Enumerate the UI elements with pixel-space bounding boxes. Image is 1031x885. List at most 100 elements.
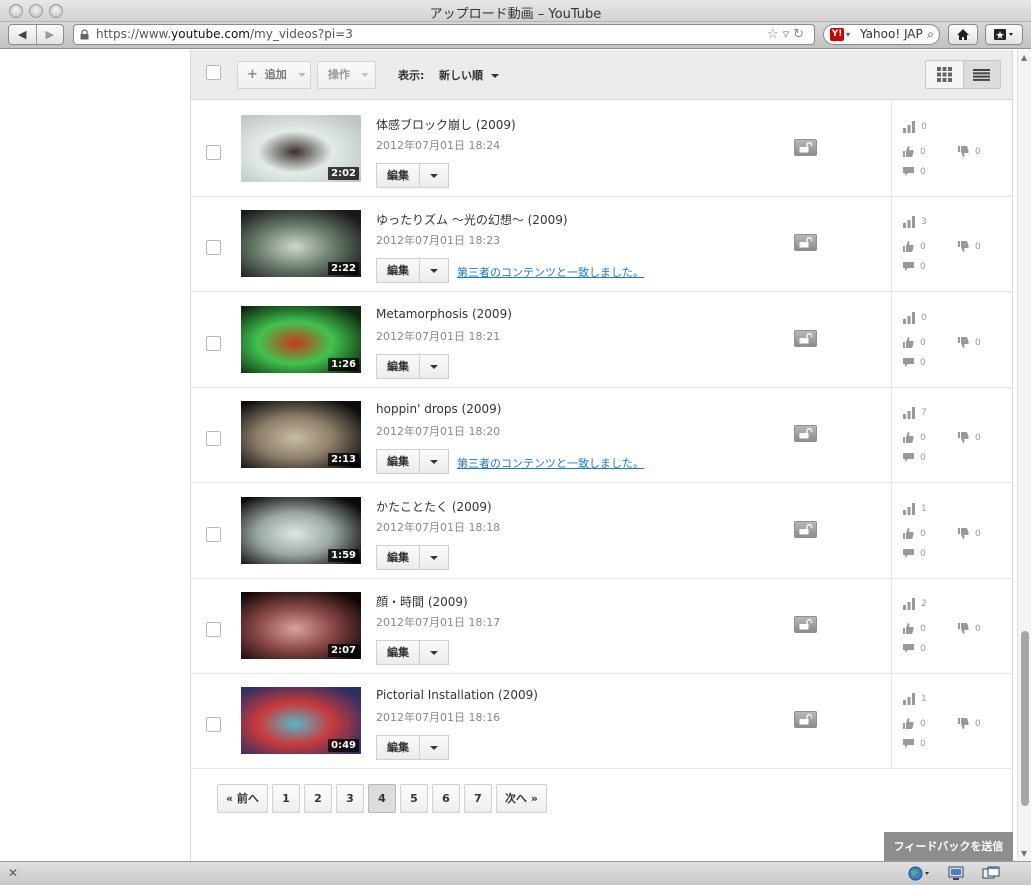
close-statusbar-icon[interactable]: ✕ [8, 866, 18, 880]
video-title[interactable]: hoppin' drops (2009) [376, 402, 501, 416]
video-row: 0:49 Pictorial Installation (2009) 2012年07… [191, 673, 1012, 769]
edit-button[interactable]: 編集 [376, 354, 420, 379]
select-all-checkbox[interactable] [206, 65, 221, 80]
edit-dropdown-button[interactable] [420, 258, 449, 283]
video-title[interactable]: かたことたく (2009) [376, 498, 492, 515]
dislike-count-value: 0 [975, 432, 981, 443]
edit-dropdown-button[interactable] [420, 545, 449, 570]
video-thumbnail[interactable]: 1:59 [241, 497, 361, 564]
send-feedback-button[interactable]: フィードバックを送信 [884, 832, 1013, 861]
privacy-status-button[interactable] [794, 616, 817, 633]
like-count-value: 0 [920, 146, 926, 157]
video-select-checkbox[interactable] [206, 336, 221, 351]
video-select-checkbox[interactable] [206, 145, 221, 160]
scroll-down-icon[interactable]: ▼ [1021, 849, 1027, 858]
monitor-icon[interactable] [948, 866, 964, 881]
video-thumbnail[interactable]: 2:02 [241, 115, 361, 182]
next-page-button[interactable]: 次へ » [495, 784, 547, 813]
page-7-button[interactable]: 7 [463, 784, 492, 813]
window-icon[interactable] [982, 866, 1000, 881]
video-thumbnail[interactable]: 2:22 [241, 210, 361, 277]
edit-dropdown-button[interactable] [420, 640, 449, 665]
back-button[interactable]: ◀ [9, 25, 37, 44]
privacy-status-button[interactable] [794, 711, 817, 728]
video-select-checkbox[interactable] [206, 717, 221, 732]
search-engine-dropdown-icon[interactable]: ▾ [846, 25, 850, 44]
video-row: 1:59 かたことたく (2009) 2012年07月01日 18:18 編集 1 0 0 0 [191, 483, 1012, 579]
edit-dropdown-button[interactable] [420, 735, 449, 760]
video-thumbnail[interactable]: 0:49 [241, 687, 361, 754]
page-6-button[interactable]: 6 [431, 784, 460, 813]
comment-count: 0 [903, 167, 926, 177]
actions-dropdown-icon [360, 73, 369, 77]
sort-dropdown[interactable]: 新しい順 [439, 67, 499, 83]
reload-icon[interactable]: ↻ [793, 27, 808, 42]
privacy-status-button[interactable] [794, 521, 817, 538]
edit-button[interactable]: 編集 [376, 735, 420, 760]
video-select-checkbox[interactable] [206, 622, 221, 637]
actions-button[interactable]: 操作 [317, 61, 376, 89]
unlocked-icon [799, 237, 813, 248]
content-match-link[interactable]: 第三者のコンテンツと一致しました。 [457, 264, 644, 280]
search-icon[interactable]: ⌕ [927, 25, 934, 44]
edit-dropdown-button[interactable] [420, 354, 449, 379]
video-row: 2:22 ゆったりズム 〜光の幻想〜 (2009) 2012年07月01日 18:2… [191, 196, 1012, 292]
yahoo-icon[interactable]: Y! [830, 28, 844, 41]
prev-page-button[interactable]: « 前へ [217, 784, 268, 813]
address-bar[interactable]: https://www.youtube.com/my_videos?pi=3 ☆… [73, 24, 815, 45]
search-field[interactable]: Y! ▾ Yahoo! JAP ⌕ [823, 24, 940, 45]
content-match-link[interactable]: 第三者のコンテンツと一致しました。 [457, 455, 644, 471]
like-count-value: 0 [920, 241, 926, 252]
edit-button[interactable]: 編集 [376, 449, 420, 474]
video-upload-date: 2012年07月01日 18:24 [376, 139, 501, 152]
rss-icon[interactable]: ▿ [783, 27, 794, 42]
page-2-button[interactable]: 2 [303, 784, 332, 813]
edit-button[interactable]: 編集 [376, 640, 420, 665]
privacy-status-button[interactable] [794, 139, 817, 156]
bookmarks-menu-button[interactable] [985, 24, 1023, 45]
page-5-button[interactable]: 5 [399, 784, 428, 813]
address-bar-icons: ☆▿↻ [767, 25, 808, 44]
edit-button[interactable]: 編集 [376, 163, 420, 188]
url-text: https://www.youtube.com/my_videos?pi=3 [96, 27, 353, 41]
video-title[interactable]: ゆったりズム 〜光の幻想〜 (2009) [376, 211, 568, 228]
unlocked-icon [799, 428, 813, 439]
edit-button[interactable]: 編集 [376, 258, 420, 283]
page-3-button[interactable]: 3 [335, 784, 364, 813]
scrollbar-thumb[interactable] [1021, 631, 1029, 806]
page-1-button[interactable]: 1 [271, 784, 300, 813]
edit-dropdown-button[interactable] [420, 163, 449, 188]
list-view-button[interactable] [962, 61, 1000, 88]
video-title[interactable]: 顔・時間 (2009) [376, 593, 468, 610]
bookmark-star-icon[interactable]: ☆ [767, 27, 783, 42]
add-button[interactable]: + 追加 [237, 61, 311, 89]
page-4-button[interactable]: 4 [367, 784, 396, 813]
video-thumbnail[interactable]: 2:13 [241, 401, 361, 468]
privacy-status-button[interactable] [794, 330, 817, 347]
video-thumbnail[interactable]: 2:07 [241, 592, 361, 659]
video-select-checkbox[interactable] [206, 431, 221, 446]
comment-count: 0 [903, 453, 926, 463]
like-count: 0 [903, 241, 926, 252]
privacy-status-button[interactable] [794, 234, 817, 251]
globe-icon[interactable] [908, 866, 932, 881]
video-upload-date: 2012年07月01日 18:16 [376, 711, 501, 724]
privacy-status-button[interactable] [794, 425, 817, 442]
video-select-checkbox[interactable] [206, 527, 221, 542]
forward-button[interactable]: ▶ [37, 25, 64, 44]
search-engine-label: Yahoo! JAP [860, 27, 923, 41]
edit-button[interactable]: 編集 [376, 545, 420, 570]
home-button[interactable] [948, 24, 978, 45]
sort-dropdown-icon [490, 74, 499, 78]
edit-dropdown-button[interactable] [420, 449, 449, 474]
like-count: 0 [903, 528, 926, 539]
grid-view-button[interactable] [926, 61, 963, 88]
video-title[interactable]: Pictorial Installation (2009) [376, 688, 538, 702]
page-scrollbar[interactable]: ▲ ▼ [1017, 50, 1031, 861]
view-count-value: 1 [921, 694, 927, 704]
video-thumbnail[interactable]: 1:26 [241, 306, 361, 373]
video-title[interactable]: 体感ブロック崩し (2009) [376, 116, 516, 133]
scroll-up-icon[interactable]: ▲ [1021, 53, 1027, 62]
video-title[interactable]: Metamorphosis (2009) [376, 307, 512, 321]
video-select-checkbox[interactable] [206, 240, 221, 255]
